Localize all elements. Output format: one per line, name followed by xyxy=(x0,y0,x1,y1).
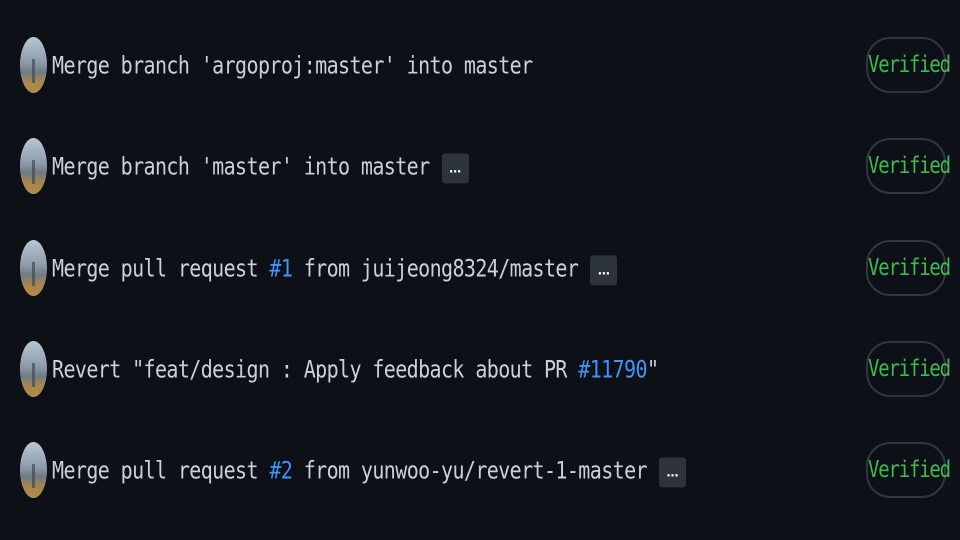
commit-message[interactable]: Revert "feat/design : Apply feedback abo… xyxy=(52,334,659,405)
commit-message-prefix[interactable]: Merge pull request xyxy=(52,456,269,484)
commit-row: Revert "feat/design : Apply feedback abo… xyxy=(0,339,960,399)
verified-badge-label: Verified xyxy=(868,456,951,484)
expand-message-button[interactable]: … xyxy=(441,152,469,183)
verified-badge-label: Verified xyxy=(868,355,951,383)
pull-request-link[interactable]: #11790 xyxy=(578,355,647,383)
pull-request-link[interactable]: #2 xyxy=(269,456,292,484)
commit-message-prefix[interactable]: Revert "feat/design : Apply feedback abo… xyxy=(52,355,578,383)
avatar[interactable] xyxy=(20,138,47,194)
commit-row: Merge pull request #1 from juijeong8324/… xyxy=(0,238,960,298)
verified-badge-label: Verified xyxy=(868,51,951,79)
verified-badge[interactable]: Verified xyxy=(866,240,951,296)
verified-badge[interactable]: Verified xyxy=(866,37,951,93)
verified-badge[interactable]: Verified xyxy=(866,442,951,498)
expand-message-button[interactable]: … xyxy=(590,254,618,285)
avatar[interactable] xyxy=(20,37,47,93)
commit-row: Merge branch 'argoproj:master' into mast… xyxy=(0,35,960,95)
commit-message-text[interactable]: Merge branch 'argoproj:master' into mast… xyxy=(52,51,533,79)
verified-badge[interactable]: Verified xyxy=(866,138,951,194)
commit-message-suffix[interactable]: from yunwoo-yu/revert-1-master xyxy=(292,456,648,484)
verified-badge-label: Verified xyxy=(868,254,951,282)
pull-request-link[interactable]: #1 xyxy=(269,254,292,282)
verified-badge-label: Verified xyxy=(868,152,951,180)
commit-message[interactable]: Merge pull request #2 from yunwoo-yu/rev… xyxy=(52,435,686,506)
commit-row: Merge branch 'master' into master … Verif… xyxy=(0,136,960,196)
commit-message[interactable]: Merge branch 'argoproj:master' into mast… xyxy=(52,30,533,101)
avatar[interactable] xyxy=(20,442,47,498)
avatar[interactable] xyxy=(20,240,47,296)
avatar[interactable] xyxy=(20,341,47,397)
commit-message-suffix[interactable]: from juijeong8324/master xyxy=(292,254,579,282)
commit-message-text[interactable]: Merge branch 'master' into master xyxy=(52,152,430,180)
commit-message-suffix[interactable]: " xyxy=(647,355,659,383)
commit-row: Merge pull request #2 from yunwoo-yu/rev… xyxy=(0,440,960,500)
commit-message[interactable]: Merge pull request #1 from juijeong8324/… xyxy=(52,233,618,304)
expand-message-button[interactable]: … xyxy=(658,456,686,487)
commit-message[interactable]: Merge branch 'master' into master … xyxy=(52,131,469,202)
commit-message-prefix[interactable]: Merge pull request xyxy=(52,254,269,282)
commit-list: Merge branch 'argoproj:master' into mast… xyxy=(0,0,960,540)
verified-badge[interactable]: Verified xyxy=(866,341,951,397)
